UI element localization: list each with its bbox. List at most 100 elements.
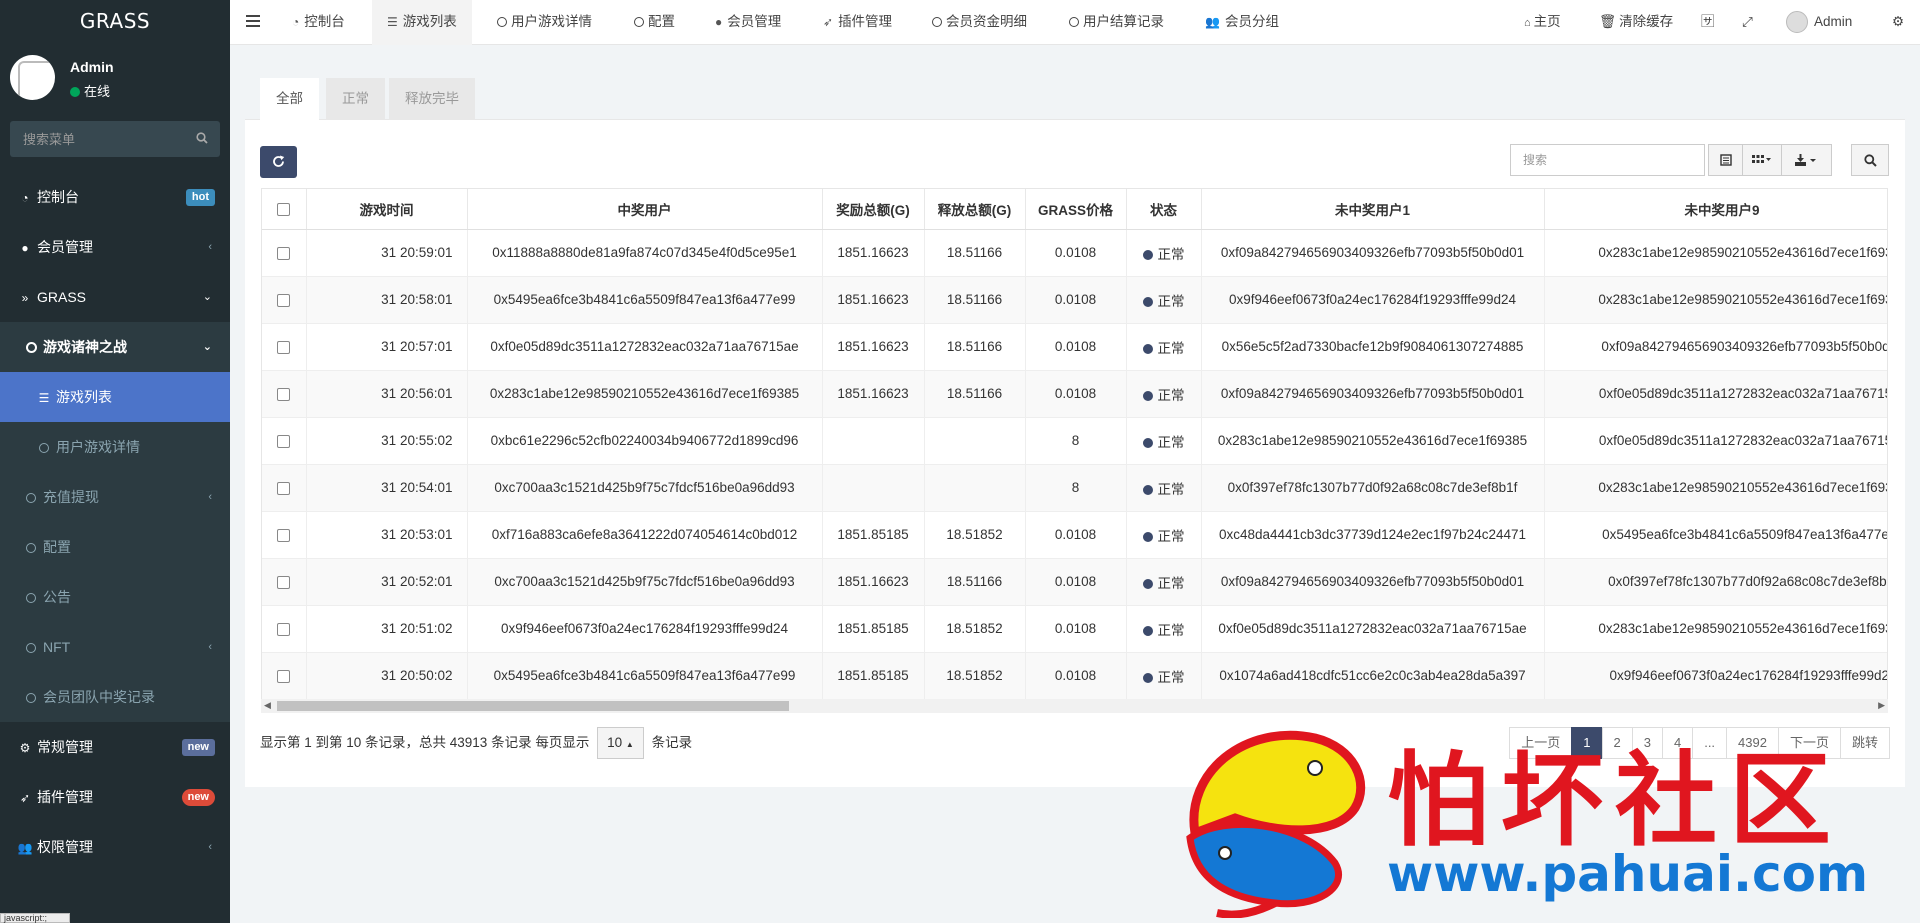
col-loser-1[interactable]: 未中奖用户1 bbox=[1201, 189, 1545, 230]
chevron-down-icon: ⌄ bbox=[202, 341, 212, 353]
col-grass-price[interactable]: GRASS价格 bbox=[1025, 189, 1127, 230]
scroll-right-icon[interactable]: ▶ bbox=[1878, 700, 1885, 711]
col-release-total[interactable]: 释放总额(G) bbox=[924, 189, 1026, 230]
menu-recharge[interactable]: 充值提现 ‹ bbox=[0, 472, 230, 522]
select-all-checkbox[interactable] bbox=[277, 203, 291, 217]
status-tabs: 全部 正常 释放完毕 bbox=[245, 75, 1905, 120]
menu-config[interactable]: 配置 bbox=[0, 522, 230, 572]
status-dot-icon bbox=[1142, 437, 1153, 448]
row-checkbox[interactable] bbox=[277, 387, 291, 401]
row-select-cell bbox=[262, 228, 307, 276]
page-4-button[interactable]: 4 bbox=[1661, 727, 1694, 759]
row-checkbox[interactable] bbox=[277, 434, 291, 448]
menu-nft[interactable]: NFT ‹ bbox=[0, 622, 230, 672]
menu-grass[interactable]: » GRASS ⌄ bbox=[0, 272, 230, 322]
table-row[interactable]: 31 20:55:02 0xbc61e2296c52cfb02240034b940… bbox=[262, 416, 1887, 464]
page-last-button[interactable]: 4392 bbox=[1726, 727, 1779, 759]
menu-notice[interactable]: 公告 bbox=[0, 572, 230, 622]
menu-game-list[interactable]: ☰ 游戏列表 bbox=[0, 372, 230, 422]
tab-config[interactable]: 配置 bbox=[634, 0, 675, 45]
refresh-button[interactable] bbox=[260, 146, 297, 178]
language-icon[interactable]: 🈂 bbox=[1701, 0, 1715, 45]
table-row[interactable]: 31 20:56:01 0x283c1abe12e98590210552e4361… bbox=[262, 369, 1887, 417]
search-icon[interactable] bbox=[196, 132, 208, 144]
home-link[interactable]: ⌂ 主页 bbox=[1524, 0, 1561, 45]
page-2-button[interactable]: 2 bbox=[1601, 727, 1633, 759]
scroll-left-icon[interactable]: ◀ bbox=[264, 700, 271, 711]
clear-cache-button[interactable]: 🗑 清除缓存 bbox=[1599, 0, 1673, 45]
settings-gear-icon[interactable]: ⚙ bbox=[1892, 0, 1904, 45]
table-row[interactable]: 31 20:50:02 0x5495ea6fce3b4841c6a5509f847… bbox=[262, 651, 1887, 699]
tab-member-funds[interactable]: 会员资金明细 bbox=[932, 0, 1027, 45]
col-game-time[interactable]: 游戏时间 bbox=[306, 189, 468, 230]
table-search-input[interactable] bbox=[1510, 144, 1705, 176]
menu-team-winning[interactable]: 会员团队中奖记录 bbox=[0, 672, 230, 722]
menu-search-input[interactable] bbox=[10, 121, 220, 157]
tab-user-settlement[interactable]: 用户结算记录 bbox=[1069, 0, 1164, 45]
row-checkbox[interactable] bbox=[277, 575, 291, 589]
menu-permissions[interactable]: 👥 权限管理 ‹ bbox=[0, 822, 230, 872]
prev-page-button[interactable]: 上一页 bbox=[1509, 727, 1573, 759]
cell-game-time: 31 20:53:01 bbox=[306, 510, 468, 558]
app-logo[interactable]: GRASS bbox=[0, 0, 230, 43]
toggle-view-button[interactable] bbox=[1708, 144, 1743, 176]
horizontal-scrollbar[interactable]: ◀ ▶ bbox=[261, 699, 1888, 713]
table-row[interactable]: 31 20:54:01 0xc700aa3c1521d425b9f75c7fdcf… bbox=[262, 463, 1887, 511]
scrollbar-thumb[interactable] bbox=[277, 701, 789, 711]
user-panel: Admin 在线 bbox=[0, 43, 230, 106]
row-checkbox[interactable] bbox=[277, 293, 291, 307]
row-checkbox[interactable] bbox=[277, 246, 291, 260]
tab-all[interactable]: 全部 bbox=[260, 78, 319, 120]
row-checkbox[interactable] bbox=[277, 528, 291, 542]
admin-user-menu[interactable]: Admin bbox=[1786, 0, 1852, 45]
circle-icon bbox=[23, 323, 39, 373]
table-row[interactable]: 31 20:51:02 0x9f946eef0673f0a24ec176284f1… bbox=[262, 604, 1887, 652]
circle-icon bbox=[23, 673, 39, 723]
cell-loser-1: 0x0f397ef78fc1307b77d0f92a68c08c7de3ef8b… bbox=[1201, 463, 1545, 511]
tab-member-management[interactable]: ● 会员管理 bbox=[715, 0, 781, 45]
col-reward-total[interactable]: 奖励总额(G) bbox=[822, 189, 925, 230]
col-winner[interactable]: 中奖用户 bbox=[467, 189, 823, 230]
table-row[interactable]: 31 20:57:01 0xf0e05d89dc3511a1272832eac03… bbox=[262, 322, 1887, 370]
tab-member-groups[interactable]: 👥 会员分组 bbox=[1205, 0, 1279, 45]
table-row[interactable]: 31 20:52:01 0xc700aa3c1521d425b9f75c7fdcf… bbox=[262, 557, 1887, 605]
col-status[interactable]: 状态 bbox=[1126, 189, 1202, 230]
table-row[interactable]: 31 20:53:01 0xf716a883ca6efe8a3641222d074… bbox=[262, 510, 1887, 558]
page-3-button[interactable]: 3 bbox=[1631, 727, 1663, 759]
next-page-button[interactable]: 下一页 bbox=[1777, 727, 1841, 759]
menu-members[interactable]: ● 会员管理 ‹ bbox=[0, 222, 230, 272]
table-row[interactable]: 31 20:58:01 0x5495ea6fce3b4841c6a5509f847… bbox=[262, 275, 1887, 323]
tab-user-game-detail[interactable]: 用户游戏详情 bbox=[497, 0, 592, 45]
cell-release-total: 18.51166 bbox=[924, 322, 1026, 370]
tab-game-list[interactable]: ☰ 游戏列表 bbox=[372, 0, 472, 45]
menu-plugins[interactable]: ➶ 插件管理 new bbox=[0, 772, 230, 822]
page-size-select[interactable]: 10 ▲ bbox=[597, 727, 644, 759]
jump-page-button[interactable]: 跳转 bbox=[1839, 727, 1890, 759]
online-dot-icon bbox=[70, 87, 80, 97]
row-checkbox[interactable] bbox=[277, 622, 291, 636]
col-loser-9[interactable]: 未中奖用户9 bbox=[1544, 189, 1887, 230]
menu-general[interactable]: ⚙ 常规管理 new bbox=[0, 722, 230, 772]
fullscreen-icon[interactable]: ⤢ bbox=[1742, 0, 1753, 45]
tab-released[interactable]: 释放完毕 bbox=[389, 78, 475, 120]
export-dropdown-button[interactable] bbox=[1781, 144, 1832, 176]
dashboard-icon: ◔ bbox=[21, 191, 29, 205]
chevron-left-icon: ‹ bbox=[208, 641, 212, 653]
cell-grass-price: 0.0108 bbox=[1025, 557, 1127, 605]
columns-dropdown-button[interactable] bbox=[1742, 144, 1782, 176]
row-checkbox[interactable] bbox=[277, 670, 291, 684]
tab-dashboard[interactable]: ◔ 控制台 bbox=[292, 0, 345, 45]
hamburger-icon[interactable] bbox=[246, 15, 260, 27]
row-checkbox[interactable] bbox=[277, 481, 291, 495]
advanced-search-button[interactable] bbox=[1851, 144, 1889, 176]
menu-user-game-detail[interactable]: 用户游戏详情 bbox=[0, 422, 230, 472]
page-1-button[interactable]: 1 bbox=[1571, 727, 1603, 759]
gears-icon: ⚙ bbox=[19, 741, 31, 755]
row-checkbox[interactable] bbox=[277, 340, 291, 354]
cell-release-total: 18.51852 bbox=[924, 604, 1026, 652]
table-row[interactable]: 31 20:59:01 0x11888a8880de81a9fa874c07d34… bbox=[262, 228, 1887, 276]
menu-dashboard[interactable]: ◔ 控制台 hot bbox=[0, 172, 230, 222]
tab-plugin-management[interactable]: ➶ 插件管理 bbox=[823, 0, 892, 45]
tab-normal[interactable]: 正常 bbox=[326, 78, 385, 120]
menu-game-gods[interactable]: 游戏诸神之战 ⌄ bbox=[0, 322, 230, 372]
